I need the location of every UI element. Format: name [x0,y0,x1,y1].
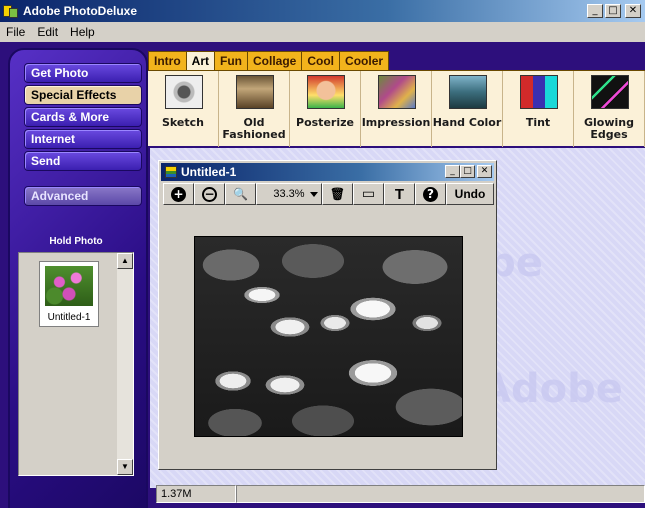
document-title: Untitled-1 [181,165,237,179]
tab-cool[interactable]: Cool [301,51,341,70]
minimize-button[interactable]: _ [587,4,603,18]
held-photo-item[interactable]: Untitled-1 [39,261,99,327]
scroll-up-arrow-icon[interactable]: ▲ [117,253,133,269]
magnifier-icon: 🔍 [233,187,248,201]
help-button[interactable]: ? [415,183,446,205]
category-tabs: Intro Art Fun Collage Cool Cooler [148,51,390,70]
effect-tint[interactable]: Tint [503,71,574,147]
effect-impression[interactable]: Impression [361,71,432,147]
trash-button[interactable]: 🗑 [322,183,353,205]
effect-old-fashioned[interactable]: Old Fashioned [219,71,290,147]
hand-color-effect-icon [449,75,487,109]
old-fashioned-effect-icon [236,75,274,109]
advanced-button[interactable]: Advanced [24,186,142,206]
maximize-button[interactable]: □ [605,4,621,18]
nav-special-effects[interactable]: Special Effects [24,85,142,105]
effect-posterize[interactable]: Posterize [290,71,361,147]
hold-photo-scrollbar[interactable]: ▲ ▼ [117,253,133,475]
zoom-level-value: 33.3% [273,188,305,200]
tab-fun[interactable]: Fun [214,51,249,70]
help-icon: ? [423,186,438,202]
hold-photo-panel: Hold Photo Untitled-1 ▲ ▼ [18,232,134,482]
effect-label: Posterize [296,116,354,129]
photodeluxe-app-icon [3,3,19,19]
zoom-level-dropdown[interactable]: 33.3% [256,183,322,205]
held-photo-label: Untitled-1 [47,312,91,323]
menu-bar: File Edit Help [0,22,645,42]
held-photo-thumbnail [45,266,93,306]
document-window: Untitled-1 _ □ ✕ + − 🔍 33.3% 🗑 ▭ T ? Und… [158,160,497,470]
zoom-out-button[interactable]: − [194,183,225,205]
sketch-effect-icon [165,75,203,109]
frame-button[interactable]: ▭ [353,183,384,205]
text-icon: T [394,185,405,203]
effect-label: Old Fashioned [222,116,286,141]
nav-send[interactable]: Send [24,151,142,171]
effect-label: Sketch [161,116,204,129]
posterize-effect-icon [307,75,345,109]
document-icon [165,166,177,178]
document-toolbar: + − 🔍 33.3% 🗑 ▭ T ? Undo [163,183,495,205]
minus-circle-icon: − [202,186,217,202]
scroll-down-arrow-icon[interactable]: ▼ [117,459,133,475]
memory-status: 1.37M [156,485,236,503]
effects-strip: Sketch Old Fashioned Posterize Impressio… [148,70,645,147]
effect-label: Tint [525,116,551,129]
status-bar: 1.37M [156,485,645,503]
document-titlebar[interactable]: Untitled-1 _ □ ✕ [161,163,494,181]
chevron-down-icon [310,192,318,197]
close-button[interactable]: ✕ [625,4,641,18]
app-title: Adobe PhotoDeluxe [23,4,138,18]
doc-minimize-button[interactable]: _ [445,165,460,178]
hold-photo-title: Hold Photo [49,236,103,247]
nav-get-photo[interactable]: Get Photo [24,63,142,83]
trash-icon: 🗑 [329,187,346,201]
tint-effect-icon [520,75,558,109]
magnify-button[interactable]: 🔍 [225,183,256,205]
adobe-watermark: Adobe [480,366,623,412]
nav-cards-and-more[interactable]: Cards & More [24,107,142,127]
status-message [236,485,645,503]
nav-internet[interactable]: Internet [24,129,142,149]
effect-label: Glowing Edges [584,116,634,141]
menu-edit[interactable]: Edit [31,25,64,39]
effect-hand-color[interactable]: Hand Color [432,71,503,147]
tab-cooler[interactable]: Cooler [339,51,390,70]
text-tool-button[interactable]: T [384,183,415,205]
app-titlebar: Adobe PhotoDeluxe _ □ ✕ [0,0,645,22]
tab-intro[interactable]: Intro [148,51,187,70]
doc-maximize-button[interactable]: □ [460,165,475,178]
effect-sketch[interactable]: Sketch [148,71,219,147]
zoom-in-button[interactable]: + [163,183,194,205]
glowing-edges-effect-icon [591,75,629,109]
doc-close-button[interactable]: ✕ [477,165,492,178]
tab-art[interactable]: Art [185,51,216,70]
tab-collage[interactable]: Collage [247,51,303,70]
hold-photo-list: Untitled-1 ▲ ▼ [18,252,134,476]
menu-file[interactable]: File [0,25,31,39]
menu-help[interactable]: Help [64,25,101,39]
effect-label: Impression [361,116,431,129]
impression-effect-icon [378,75,416,109]
water-lily-photo[interactable] [194,236,463,437]
frame-icon: ▭ [361,186,376,202]
effect-glowing-edges[interactable]: Glowing Edges [574,71,645,147]
plus-circle-icon: + [171,186,186,202]
undo-button[interactable]: Undo [446,183,494,205]
effect-label: Hand Color [432,116,502,129]
